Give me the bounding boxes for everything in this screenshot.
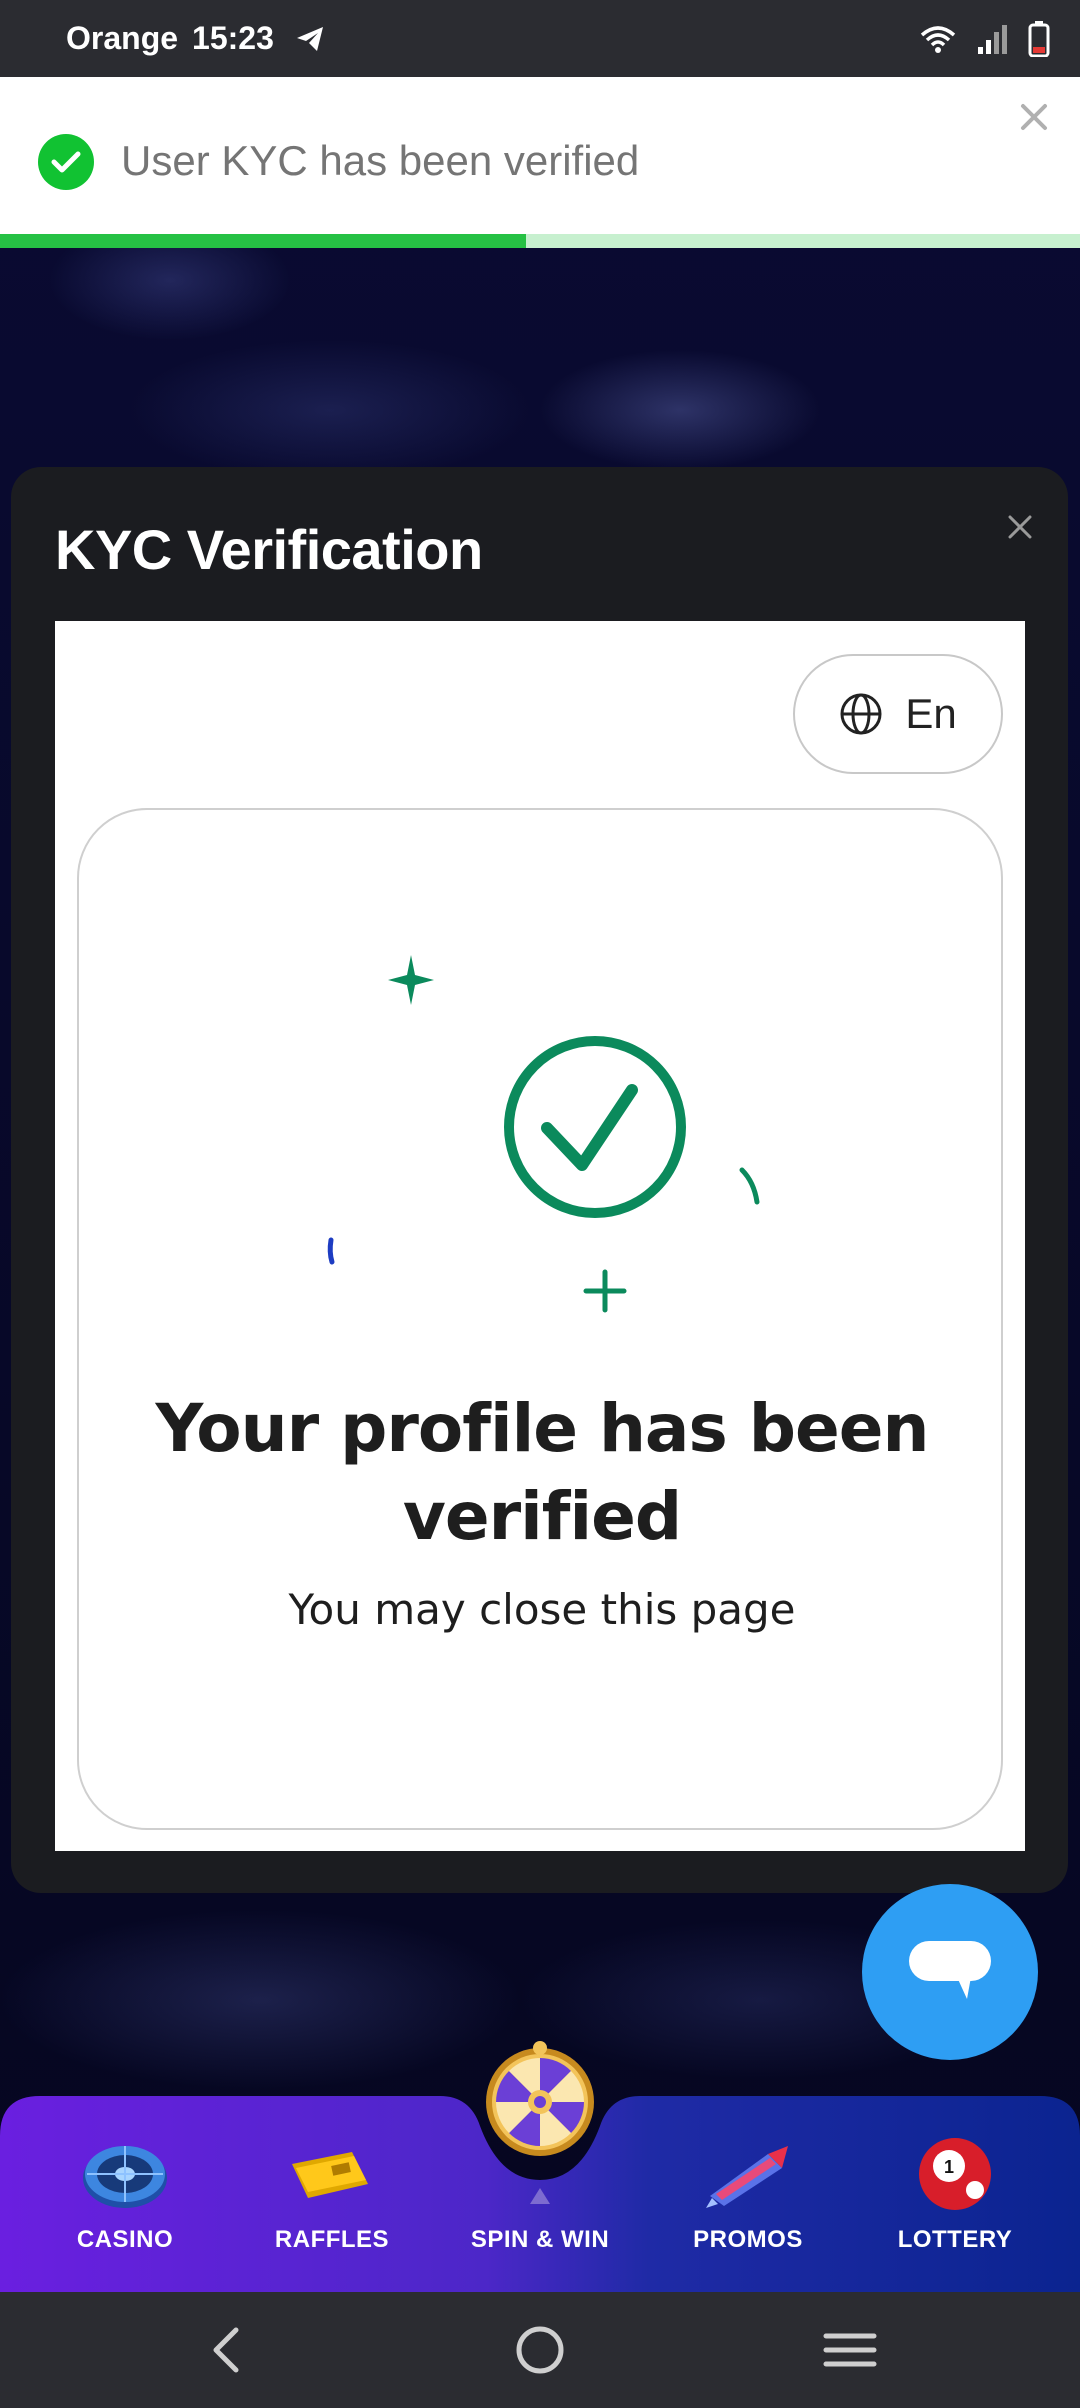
roulette-icon xyxy=(83,2146,167,2208)
wifi-icon xyxy=(920,25,956,53)
result-card: Your profile has been verified You may c… xyxy=(77,808,1003,1830)
close-icon xyxy=(1021,104,1047,130)
nav-promos[interactable]: PROMOS xyxy=(648,2096,848,2292)
up-arrow-icon xyxy=(530,2188,550,2204)
chat-button[interactable] xyxy=(862,1884,1038,2060)
back-icon[interactable] xyxy=(198,2320,258,2380)
globe-icon xyxy=(840,693,882,735)
close-icon xyxy=(1008,515,1032,539)
battery-icon xyxy=(1028,20,1050,57)
nav-casino[interactable]: CASINO xyxy=(25,2096,225,2292)
language-button[interactable]: En xyxy=(793,654,1003,774)
nav-label: SPIN & WIN xyxy=(470,2226,610,2253)
lottery-ball-icon: 1 xyxy=(919,2138,991,2210)
toast-message: User KYC has been verified xyxy=(121,137,640,184)
language-label: En xyxy=(905,690,957,737)
nav-label: LOTTERY xyxy=(897,2226,1013,2253)
kyc-modal: KYC Verification En Your profile has bee… xyxy=(11,467,1068,1893)
plus-sparkle-icon xyxy=(583,1269,627,1313)
telegram-icon xyxy=(296,26,323,51)
toast-notification: User KYC has been verified xyxy=(0,77,1080,248)
chat-bubble-icon xyxy=(909,1941,991,1999)
toast-progress-fill xyxy=(0,234,526,248)
checkmark-icon xyxy=(541,1084,638,1171)
bottom-navigation: CASINO RAFFLES SPIN & WIN PROMOS 1 LOTTE… xyxy=(0,2041,1080,2292)
nav-label: CASINO xyxy=(76,2226,174,2253)
ticket-icon xyxy=(292,2152,368,2198)
status-bar: Orange 15:23 xyxy=(0,0,1080,77)
toast-progress-track xyxy=(0,234,1080,248)
success-check-icon xyxy=(38,134,94,190)
success-illustration xyxy=(327,955,760,1313)
svg-text:1: 1 xyxy=(944,2157,954,2177)
verification-subtext: You may close this page xyxy=(288,1585,796,1634)
clock: 15:23 xyxy=(192,20,274,56)
nav-lottery[interactable]: 1 LOTTERY xyxy=(855,2096,1055,2292)
toast-close-button[interactable] xyxy=(1012,95,1056,139)
modal-title: KYC Verification xyxy=(55,518,483,581)
nav-label: RAFFLES xyxy=(274,2226,390,2253)
rocket-icon xyxy=(706,2146,788,2208)
nav-label: PROMOS xyxy=(693,2226,803,2253)
status-icons xyxy=(918,20,1050,57)
signal-icon xyxy=(978,24,1007,54)
sparkle-icon xyxy=(388,955,434,1005)
wheel-icon[interactable] xyxy=(480,2040,600,2160)
modal-close-button[interactable] xyxy=(998,505,1042,549)
check-circle-icon xyxy=(504,1036,686,1218)
nav-raffles[interactable]: RAFFLES xyxy=(232,2096,432,2292)
system-navigation-bar xyxy=(0,2292,1080,2408)
verification-headline: Your profile has been verified xyxy=(155,1390,930,1555)
recents-icon[interactable] xyxy=(820,2320,880,2380)
home-icon[interactable] xyxy=(510,2320,570,2380)
verification-frame: En Your profile has been verified You ma… xyxy=(55,621,1025,1851)
carrier-name: Orange xyxy=(66,20,179,56)
